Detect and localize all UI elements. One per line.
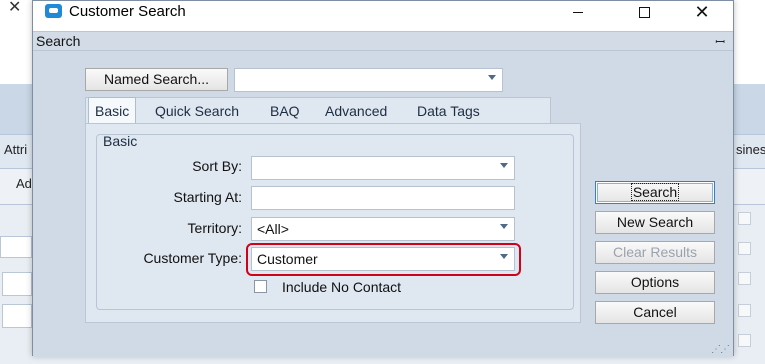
title-bar[interactable]: Customer Search ✕ xyxy=(33,1,733,25)
options-button[interactable]: Options xyxy=(595,271,715,294)
close-button[interactable]: ✕ xyxy=(679,1,725,23)
background-checkbox xyxy=(738,334,751,347)
tab-data-tags[interactable]: Data Tags xyxy=(417,100,480,124)
pin-icon[interactable]: ꟷ xyxy=(715,33,725,50)
background-field xyxy=(0,236,32,258)
chevron-down-icon[interactable] xyxy=(488,75,496,80)
include-no-contact-label[interactable]: Include No Contact xyxy=(282,279,401,295)
tab-advanced[interactable]: Advanced xyxy=(325,100,387,124)
background-checkbox xyxy=(738,212,751,225)
starting-at-input[interactable] xyxy=(251,186,515,210)
named-search-button[interactable]: Named Search... xyxy=(85,68,228,91)
clear-results-button[interactable]: Clear Results xyxy=(595,241,715,264)
dialog-title: Customer Search xyxy=(69,3,186,20)
new-search-button[interactable]: New Search xyxy=(595,211,715,234)
maximize-button[interactable] xyxy=(621,1,667,23)
basic-tab-page: Basic Sort By: Starting At: Territory: <… xyxy=(85,123,581,323)
search-panel-header: Search ꟷ xyxy=(33,31,733,51)
dialog-body: Named Search... Basic Quick Search BAQ A… xyxy=(33,51,733,357)
chevron-down-icon[interactable] xyxy=(500,254,508,259)
background-checkbox xyxy=(738,304,751,317)
include-no-contact-checkbox[interactable] xyxy=(254,280,267,293)
background-field xyxy=(2,304,32,328)
tab-baq[interactable]: BAQ xyxy=(270,100,300,124)
minimize-icon xyxy=(573,11,583,13)
maximize-icon xyxy=(638,6,650,18)
customer-type-combo[interactable]: Customer xyxy=(251,247,515,271)
app-icon xyxy=(45,4,62,18)
chevron-down-icon[interactable] xyxy=(500,224,508,229)
background-field xyxy=(2,272,32,296)
search-tabs: Basic Quick Search BAQ Advanced Data Tag… xyxy=(85,97,551,125)
background-checkbox xyxy=(738,272,751,285)
chevron-down-icon[interactable] xyxy=(500,163,508,168)
territory-label: Territory: xyxy=(187,220,242,236)
territory-value: <All> xyxy=(257,221,289,237)
tab-quick-search[interactable]: Quick Search xyxy=(155,100,239,124)
customer-search-dialog: Customer Search ✕ Search ꟷ Named Search.… xyxy=(32,0,734,357)
background-tab-ad[interactable]: Ad xyxy=(16,176,32,191)
sort-by-label: Sort By: xyxy=(192,158,242,174)
group-title: Basic xyxy=(103,133,138,149)
background-tab-attributes[interactable]: Attri xyxy=(4,142,27,157)
search-button[interactable]: Search xyxy=(595,181,715,204)
customer-type-label: Customer Type: xyxy=(143,250,242,266)
tab-basic[interactable]: Basic xyxy=(88,97,137,125)
background-checkbox xyxy=(738,242,751,255)
search-button-label: Search xyxy=(630,183,680,201)
panel-label: Search xyxy=(36,33,81,49)
minimize-button[interactable] xyxy=(555,1,601,23)
named-search-combo[interactable] xyxy=(234,68,503,92)
territory-combo[interactable]: <All> xyxy=(251,217,515,241)
background-close-icon[interactable]: ✕ xyxy=(8,0,21,17)
background-tab-business[interactable]: sines xyxy=(736,142,765,157)
customer-type-value: Customer xyxy=(257,251,318,267)
starting-at-label: Starting At: xyxy=(173,189,242,205)
sort-by-combo[interactable] xyxy=(251,156,515,180)
resize-grip-icon[interactable]: ⋰⋰ xyxy=(711,344,730,355)
close-icon: ✕ xyxy=(694,1,710,22)
cancel-button[interactable]: Cancel xyxy=(595,301,715,324)
